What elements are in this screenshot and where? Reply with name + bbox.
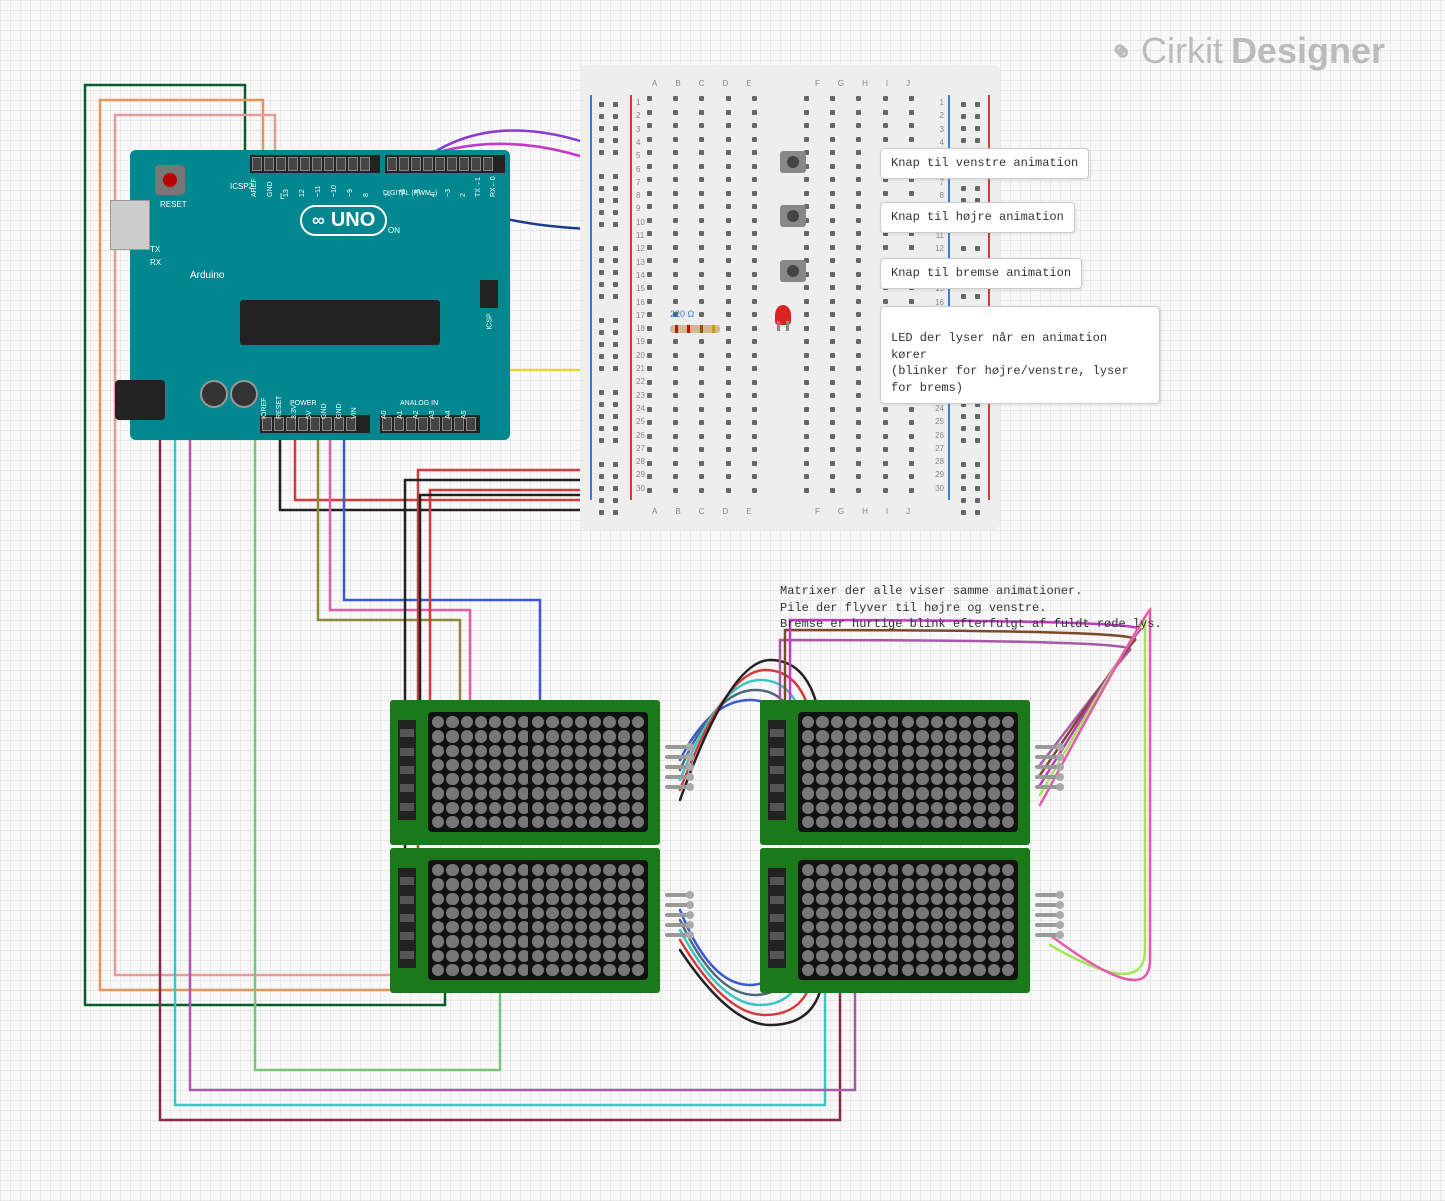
col-labels-right-top: FGHIJ: [815, 79, 910, 88]
matrix-output-pins[interactable]: [665, 745, 690, 789]
matrix-input-pins[interactable]: [768, 720, 786, 820]
note-led: LED der lyser når en animation kører (bl…: [880, 306, 1160, 404]
power-jack: [115, 380, 165, 420]
status-led[interactable]: [775, 305, 791, 325]
matrix-output-pins[interactable]: [665, 893, 690, 937]
led-matrix-left[interactable]: [390, 700, 660, 990]
icsp-header: [480, 280, 498, 308]
led-grid: [898, 712, 1018, 832]
usb-port: [110, 200, 150, 250]
note-btn-left: Knap til venstre animation: [880, 148, 1089, 179]
note-text: LED der lyser når en animation kører (bl…: [891, 331, 1129, 395]
resistor-220ohm[interactable]: [670, 325, 720, 333]
col-labels-right-bot: FGHIJ: [815, 507, 910, 516]
digital-header-1[interactable]: [250, 155, 380, 173]
matrix-output-pins[interactable]: [1035, 893, 1060, 937]
capacitor: [200, 380, 228, 408]
note-text: Knap til højre animation: [891, 210, 1064, 224]
matrix-pcb-top: [760, 700, 1030, 845]
col-labels-left-top: ABCDE: [652, 79, 752, 88]
matrix-pcb-top: [390, 700, 660, 845]
reset-label: RESET: [160, 200, 187, 209]
link-icon: ⚭: [1101, 31, 1141, 71]
push-button-brake-anim[interactable]: [780, 260, 806, 282]
push-button-left-anim[interactable]: [780, 151, 806, 173]
icsp-label: ICSP: [487, 313, 494, 329]
digital-header-2[interactable]: [385, 155, 505, 173]
breadboard[interactable]: ABCDE FGHIJ ABCDE FGHIJ 1234567891011121…: [580, 65, 1000, 530]
reset-button[interactable]: [155, 165, 185, 195]
note-text: Matrixer der alle viser samme animatione…: [780, 584, 1162, 632]
matrix-pcb-bottom: [760, 848, 1030, 993]
led-grid: [528, 712, 648, 832]
rail-line-pos: [630, 95, 632, 500]
brand-name-2: Designer: [1231, 30, 1385, 72]
analog-label: ANALOG IN: [400, 400, 438, 407]
uno-logo: UNO: [300, 205, 387, 236]
uno-text: UNO: [331, 209, 375, 232]
led-grid: [528, 860, 648, 980]
capacitor: [230, 380, 258, 408]
push-button-right-anim[interactable]: [780, 205, 806, 227]
resistor-value-label: 220 Ω: [670, 309, 694, 319]
arduino-uno-board[interactable]: UNO RESET ICSP2 L ON TX RX Arduino DIGIT…: [130, 150, 510, 440]
on-label: ON: [388, 226, 400, 235]
note-btn-right: Knap til højre animation: [880, 202, 1075, 233]
note-btn-brake: Knap til bremse animation: [880, 258, 1082, 289]
col-labels-left-bot: ABCDE: [652, 507, 752, 516]
note-matrix: Matrixer der alle viser samme animatione…: [770, 560, 1172, 639]
matrix-pcb-bottom: [390, 848, 660, 993]
led-grid: [898, 860, 1018, 980]
note-text: Knap til venstre animation: [891, 156, 1078, 170]
matrix-input-pins[interactable]: [398, 868, 416, 968]
matrix-input-pins[interactable]: [398, 720, 416, 820]
led-matrix-right[interactable]: [760, 700, 1030, 990]
rx-label: RX: [150, 258, 161, 267]
rail-line-neg: [590, 95, 592, 500]
arduino-label: Arduino: [190, 270, 224, 281]
mcu-chip: [240, 300, 440, 345]
matrix-input-pins[interactable]: [768, 868, 786, 968]
note-text: Knap til bremse animation: [891, 266, 1071, 280]
brand-watermark: ⚭ Cirkit Designer: [1109, 30, 1385, 72]
matrix-output-pins[interactable]: [1035, 745, 1060, 789]
tx-label: TX: [150, 245, 160, 254]
brand-name-1: Cirkit: [1141, 30, 1223, 72]
icsp2-label: ICSP2: [230, 182, 253, 191]
